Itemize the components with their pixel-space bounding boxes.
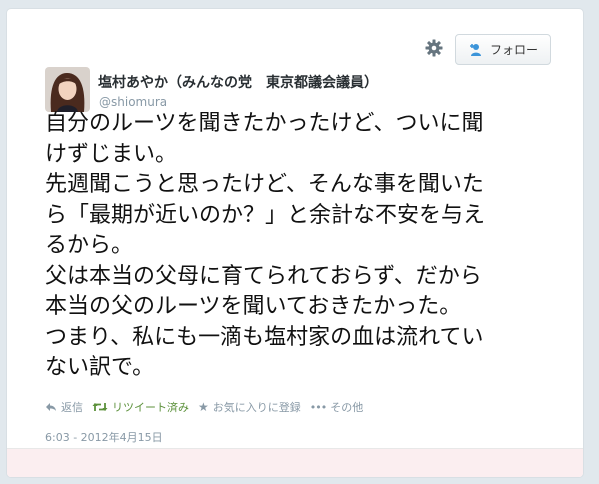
- avatar[interactable]: [45, 67, 90, 112]
- tweet-line: ら「最期が近いのか？」と余計な不安を与え: [45, 202, 486, 228]
- tweet-line: 先週聞こうと思ったけど、そんな事を聞いた: [45, 172, 484, 197]
- display-name[interactable]: 塩村あやか（みんなの党 東京都議会議員）: [98, 72, 378, 92]
- more-icon: •••: [309, 400, 327, 414]
- favorite-action[interactable]: ★ お気に入りに登録: [198, 399, 301, 415]
- tweet-line: 父は本当の父母に育てられておらず、だから: [45, 263, 482, 289]
- card-footer: [7, 448, 583, 477]
- follow-button[interactable]: フォロー: [455, 34, 551, 65]
- tweet-text: 自分のルーツを聞きたかったけど、ついに聞 けずじまい。 先週聞こうと思ったけど、…: [45, 109, 570, 384]
- add-user-icon: [469, 43, 481, 56]
- favorite-label: お気に入りに登録: [212, 401, 301, 414]
- tweet-line: ない訳で。: [45, 355, 155, 380]
- tweet-line: 自分のルーツを聞きたかったけど、ついに聞: [45, 111, 484, 136]
- retweet-label: リツイート済み: [112, 401, 189, 414]
- tweet-line: 本当の父のルーツを聞いておきたかった。: [45, 294, 462, 319]
- retweet-icon: [92, 403, 108, 411]
- tweet-card: フォロー 塩村あやか（みんなの党 東京都議会議員） @shiomura 自分のル…: [6, 8, 584, 478]
- tweet-line: けずじまい。: [45, 141, 178, 167]
- retweet-action[interactable]: リツイート済み: [92, 399, 189, 415]
- tweet-line: つまり、私にも一滴も塩村家の血は流れてい: [45, 324, 484, 350]
- tweet-timestamp[interactable]: 6:03 - 2012年4月15日: [45, 429, 163, 445]
- tweet-line: るから。: [45, 233, 134, 258]
- more-label: その他: [330, 401, 364, 414]
- tweet-actions: 返信 リツイート済み ★ お気に入りに登録 ••• その他: [45, 399, 372, 415]
- reply-icon: [46, 403, 56, 411]
- more-action[interactable]: ••• その他: [310, 399, 363, 415]
- gear-icon[interactable]: [425, 39, 443, 57]
- reply-label: 返信: [61, 401, 83, 414]
- star-icon: ★: [198, 400, 209, 414]
- reply-action[interactable]: 返信: [45, 399, 83, 415]
- follow-button-label: フォロー: [489, 43, 538, 57]
- user-handle[interactable]: @shiomura: [99, 95, 167, 109]
